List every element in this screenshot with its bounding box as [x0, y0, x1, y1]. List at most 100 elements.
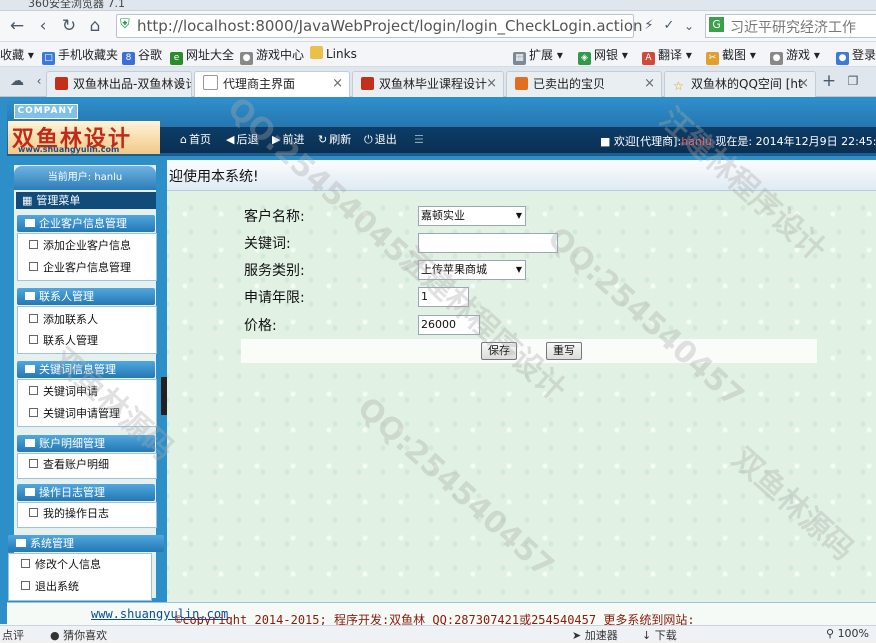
sidebar-section-contact[interactable]: 联系人管理 [17, 288, 155, 305]
bookmark-5[interactable]: Links [310, 46, 357, 61]
menu-refresh-button[interactable]: ↻ 刷新 [318, 132, 351, 147]
years-input[interactable]: 1 [418, 287, 469, 307]
sidebar-section-system[interactable]: 系统管理 [8, 535, 164, 552]
folder-icon [310, 46, 323, 59]
search-engine-icon: G [709, 17, 724, 32]
sidebar-item-account-detail[interactable]: 查看账户明细 [18, 454, 154, 475]
sidebar-item-add-contact[interactable]: 添加联系人 [18, 309, 154, 330]
doc-icon [29, 508, 38, 517]
close-icon[interactable]: × [332, 72, 343, 96]
tab-1[interactable]: 代理商主界面 × [194, 71, 350, 98]
menu-grip-icon: ☰ [414, 133, 424, 146]
menu-exit-button[interactable]: ⏻ 退出 [364, 132, 397, 147]
bookmark-11[interactable]: ● 登录 [836, 46, 876, 65]
grid-icon: ▦ [513, 52, 526, 65]
save-button[interactable]: 保存 [481, 342, 517, 360]
close-icon[interactable]: × [798, 72, 809, 96]
home-icon: ⌂ [180, 133, 187, 146]
chevron-down-icon: ▼ [515, 211, 522, 220]
rocket-icon: ➤ [572, 629, 585, 642]
chevron-down-icon[interactable]: ⌄ [678, 15, 700, 37]
check-icon[interactable]: ✓ [658, 15, 680, 37]
tab-3[interactable]: 已卖出的宝贝 × [506, 71, 662, 97]
status-bar: 点评 ● 猜你喜欢 ➤ 加速器 ↓ 下载 ⚲ 100% [0, 625, 876, 643]
doc-icon [29, 408, 38, 417]
menu-back-button[interactable]: ◀ 后退 [226, 132, 258, 147]
scissors-icon: ✂ [706, 52, 719, 65]
browser-navbar: ← ‹ ↻ ⌂ ⛨ http://localhost:8000/JavaWebP… [0, 11, 876, 42]
home-icon[interactable]: ⌂ [84, 15, 106, 37]
address-url: http://localhost:8000/JavaWebProject/log… [137, 17, 643, 35]
restore-icon[interactable]: ❐ [842, 70, 864, 92]
keyword-label: 关键词: [244, 236, 291, 252]
main-content [167, 160, 876, 602]
lightning-icon[interactable]: ⚡ [638, 15, 660, 37]
sidebar-section-account[interactable]: 账户明细管理 [17, 435, 155, 452]
sidebar-item-keyword-apply[interactable]: 关键词申请 [18, 381, 154, 402]
current-user: 当前用户: hanlu [14, 166, 156, 190]
bookmark-9[interactable]: ✂ 截图 ▾ [706, 46, 756, 65]
sidebar-item-customer-manage[interactable]: 企业客户信息管理 [18, 257, 154, 278]
tab-2[interactable]: 双鱼林毕业课程设计 × [352, 71, 504, 97]
menu-home-button[interactable]: ⌂ 首页 [180, 132, 211, 147]
username: hanlu [681, 135, 712, 148]
close-icon[interactable]: × [174, 72, 185, 96]
new-tab-icon[interactable]: + [818, 70, 840, 92]
chevron-down-icon: ▼ [515, 265, 522, 274]
sidebar-item-keyword-manage[interactable]: 关键词申请管理 [18, 403, 154, 424]
close-icon[interactable]: × [486, 72, 497, 96]
tab-4[interactable]: ☆ 双鱼林的QQ空间 [ht × [664, 71, 816, 97]
status-guess[interactable]: ● 猜你喜欢 [50, 627, 107, 643]
company-badge: COMPANY [14, 104, 78, 119]
doc-icon [29, 335, 38, 344]
top-menu: ⌂ 首页 ◀ 后退 ▶ 前进 ↻ 刷新 ⏻ 退出 ☰ ■ 欢迎[代理商]:hanlu 现在… [160, 127, 876, 153]
cloud-icon[interactable]: ☁ [6, 70, 28, 92]
sidebar-section-customer[interactable]: 企业客户信息管理 [17, 215, 155, 232]
bookmark-0[interactable]: 收藏 ▾ [0, 46, 34, 63]
price-input[interactable]: 26000 [418, 315, 480, 335]
doc-icon [21, 581, 30, 590]
window-titlebar: 360安全浏览器 7.1 [0, 0, 876, 11]
sidebar-item-logout[interactable]: 退出系统 [10, 576, 146, 597]
reload-icon[interactable]: ↻ [58, 15, 80, 37]
site-logo[interactable]: 双鱼林设计 www.shuangyulin.com [8, 121, 160, 154]
sidebar-item-contact-manage[interactable]: 联系人管理 [18, 330, 154, 351]
back-arrow-icon[interactable]: ← [6, 15, 28, 37]
bookmark-1[interactable]: □ 手机收藏夹 [42, 46, 118, 65]
search-text: 习近平研究经济工作 [730, 20, 856, 36]
sidebar-section-log[interactable]: 操作日志管理 [17, 484, 155, 501]
bookmark-2[interactable]: 8 谷歌 [122, 46, 162, 65]
sidebar-item-add-customer[interactable]: 添加企业客户信息 [18, 235, 154, 256]
keyword-input[interactable] [418, 233, 558, 253]
doc-icon [21, 559, 30, 568]
tab-0[interactable]: 双鱼林出品-双鱼林设计 × [46, 71, 192, 97]
status-download[interactable]: ↓ 下载 [642, 627, 677, 643]
sidebar-item-my-log[interactable]: 我的操作日志 [18, 503, 154, 524]
address-bar[interactable]: ⛨ http://localhost:8000/JavaWebProject/l… [116, 14, 643, 38]
bookmark-10[interactable]: ● 游戏 ▾ [770, 46, 820, 65]
bookmark-4[interactable]: ● 游戏中心 [240, 46, 304, 65]
customer-select[interactable]: 嘉顿实业 ▼ [418, 206, 526, 226]
reset-button[interactable]: 重写 [546, 342, 582, 360]
close-icon[interactable]: × [644, 72, 655, 96]
sidebar-item-edit-profile[interactable]: 修改个人信息 [10, 554, 146, 575]
login-icon: ● [836, 52, 849, 65]
window-title: 360安全浏览器 7.1 [28, 0, 125, 10]
status-accelerator[interactable]: ➤ 加速器 [572, 627, 618, 643]
status-zoom[interactable]: ⚲ 100% [826, 627, 869, 640]
doc-icon [29, 240, 38, 249]
sidebar-section-keyword[interactable]: 关键词信息管理 [17, 361, 155, 378]
service-select[interactable]: 上传苹果商城 ▼ [418, 260, 526, 280]
bookmark-6[interactable]: ▦ 扩展 ▾ [513, 46, 563, 65]
section-icon [16, 539, 26, 547]
bookmark-8[interactable]: A 翻译 ▾ [642, 46, 692, 65]
page-icon [203, 75, 218, 90]
search-box[interactable]: G 习近平研究经济工作 [705, 14, 876, 38]
bookmarks-bar: 收藏 ▾ □ 手机收藏夹 8 谷歌 e 网址大全 ● 游戏中心 Links ▦ 扩展 ▾ … [0, 42, 876, 67]
bookmark-3[interactable]: e 网址大全 [170, 46, 234, 65]
menu-forward-button[interactable]: ▶ 前进 [272, 132, 304, 147]
site-icon [55, 77, 68, 90]
status-review[interactable]: 点评 [2, 627, 24, 643]
chevron-left-icon[interactable]: ‹ [32, 15, 54, 37]
bookmark-7[interactable]: ◈ 网银 ▾ [578, 46, 628, 65]
